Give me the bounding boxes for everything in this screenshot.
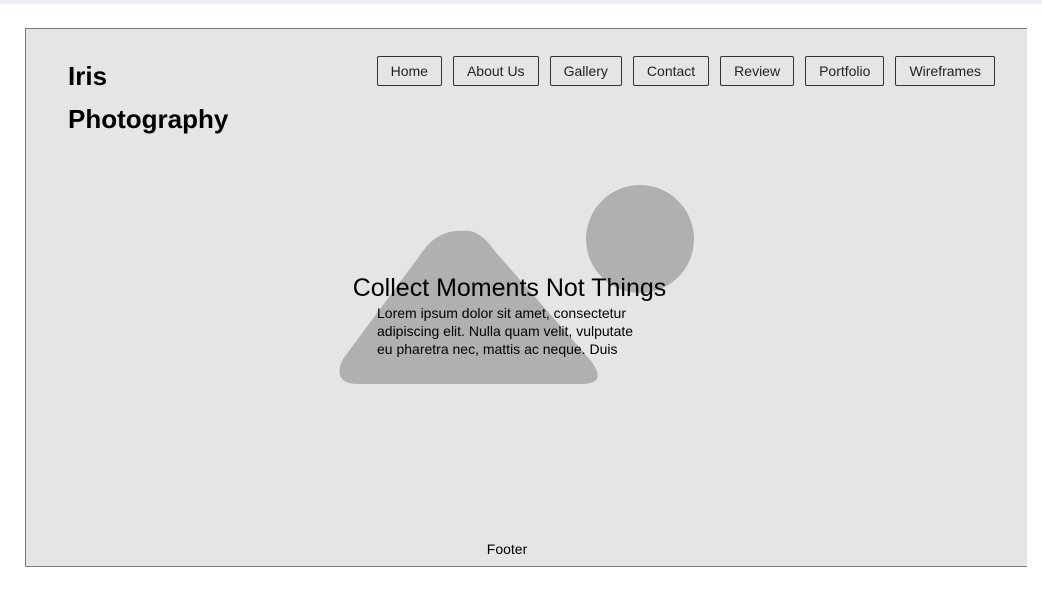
nav-portfolio-button[interactable]: Portfolio (805, 56, 885, 86)
logo-line-2: Photography (68, 104, 229, 134)
hero-title: Collect Moments Not Things (352, 274, 667, 302)
browser-top-strip (0, 0, 1042, 4)
footer: Footer (486, 541, 528, 557)
main-nav: Home About Us Gallery Contact Review Por… (376, 56, 995, 86)
nav-wireframes-button[interactable]: Wireframes (895, 56, 995, 86)
nav-about-us-button[interactable]: About Us (452, 56, 539, 86)
nav-home-button[interactable]: Home (376, 56, 442, 86)
nav-gallery-button[interactable]: Gallery (549, 56, 622, 86)
nav-review-button[interactable]: Review (720, 56, 795, 86)
page-frame: Iris Photography Home About Us Gallery C… (25, 28, 1027, 567)
logo-line-1: Iris (68, 61, 108, 91)
site-logo[interactable]: Iris Photography (68, 55, 228, 141)
nav-contact-button[interactable]: Contact (632, 56, 710, 86)
hero-description: Lorem ipsum dolor sit amet, consectetur … (377, 305, 634, 357)
